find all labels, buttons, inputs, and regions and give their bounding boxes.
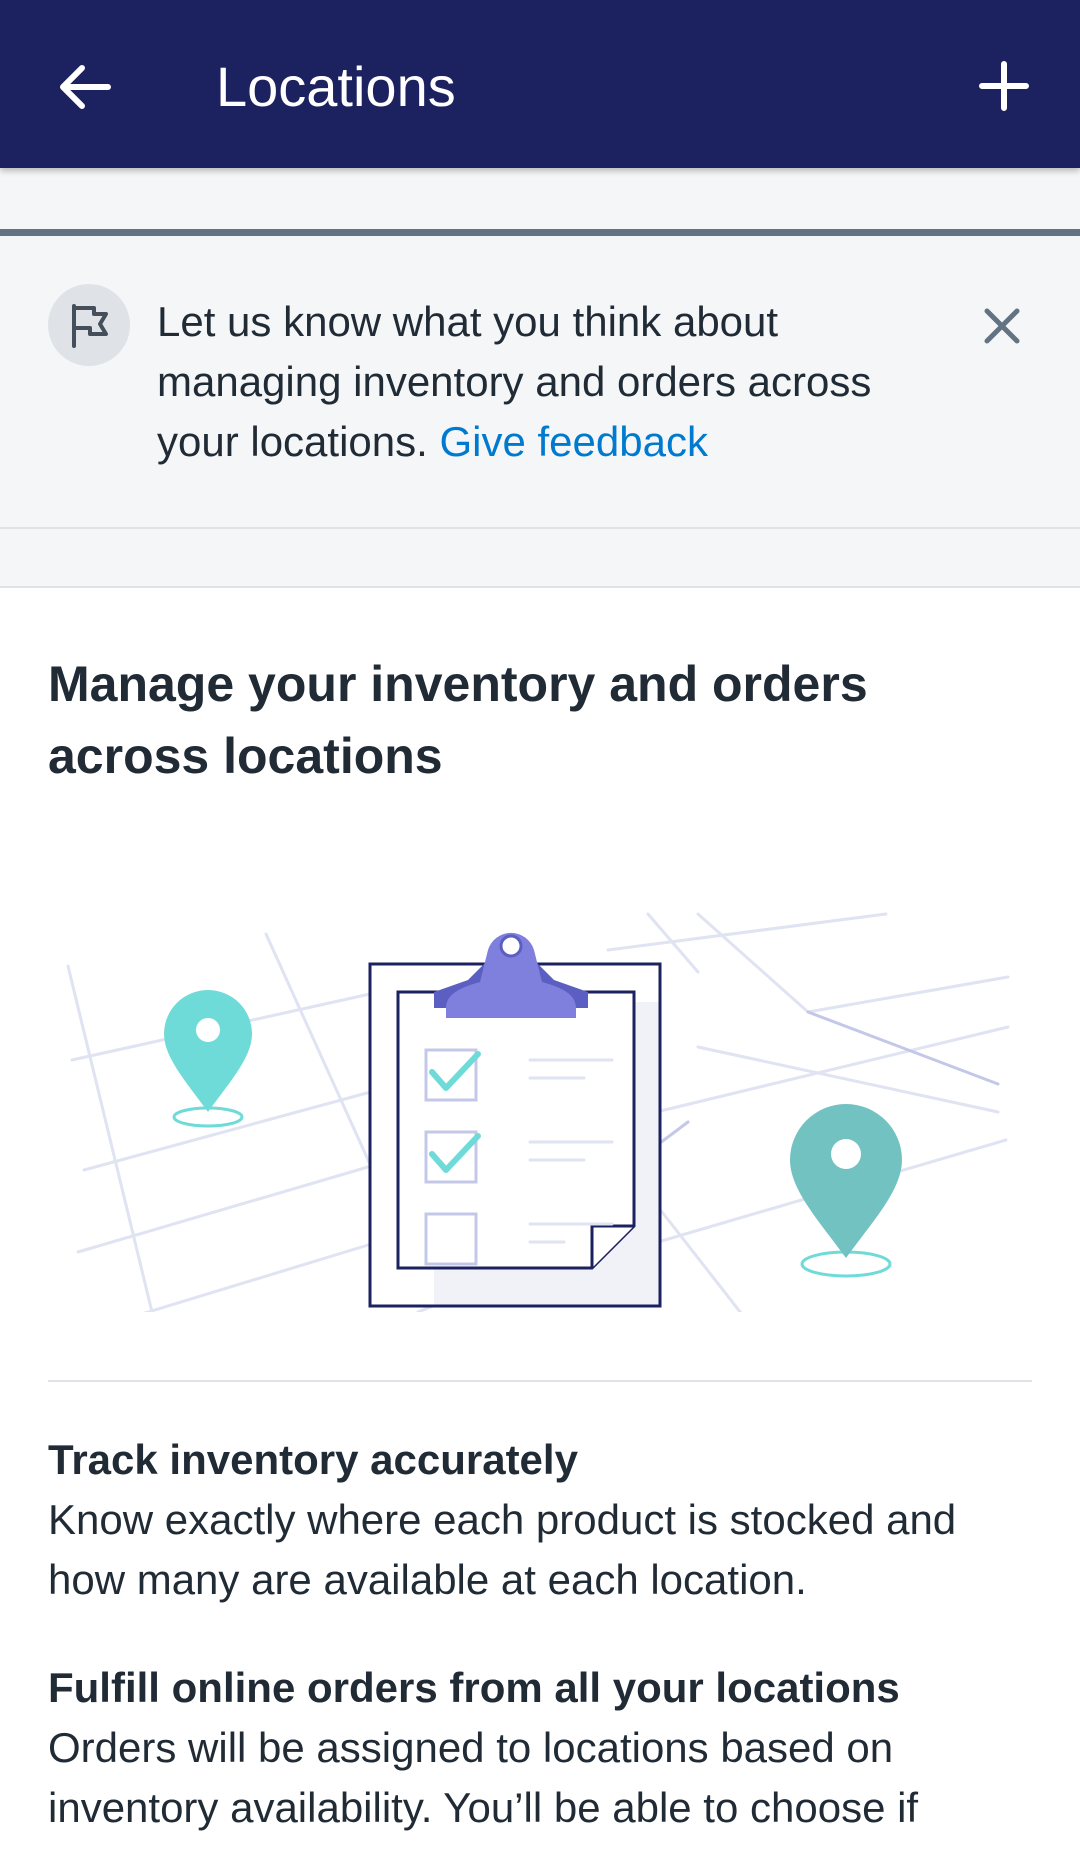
close-icon: [984, 308, 1020, 344]
feedback-banner: Let us know what you think about managin…: [0, 229, 1080, 529]
arrow-left-icon: [60, 65, 111, 109]
feature-description: Know exactly where each product is stock…: [48, 1496, 957, 1603]
card-heading: Manage your inventory and orders across …: [48, 656, 868, 784]
add-location-button[interactable]: [968, 50, 1040, 122]
feature-description: Orders will be assigned to locations bas…: [48, 1724, 919, 1831]
feature-title: Track inventory accurately: [48, 1436, 578, 1483]
app-bar: Locations: [0, 0, 1080, 168]
locations-intro-card: Manage your inventory and orders across …: [0, 586, 1080, 1849]
give-feedback-link[interactable]: Give feedback: [439, 418, 708, 465]
feature-fulfill-orders: Fulfill online orders from all your loca…: [48, 1658, 1038, 1838]
back-button[interactable]: [50, 52, 120, 122]
page-title: Locations: [216, 55, 456, 118]
divider: [48, 1380, 1032, 1382]
plus-icon: [979, 61, 1029, 111]
dismiss-banner-button[interactable]: [972, 296, 1032, 356]
flag-icon-badge: [48, 284, 130, 366]
feature-track-inventory: Track inventory accurately Know exactly …: [48, 1430, 1038, 1610]
clipboard-map-illustration: [66, 912, 1010, 1312]
feature-title: Fulfill online orders from all your loca…: [48, 1664, 900, 1711]
feedback-message: Let us know what you think about managin…: [157, 292, 917, 472]
flag-icon: [72, 304, 108, 348]
spacer: [0, 168, 1080, 230]
